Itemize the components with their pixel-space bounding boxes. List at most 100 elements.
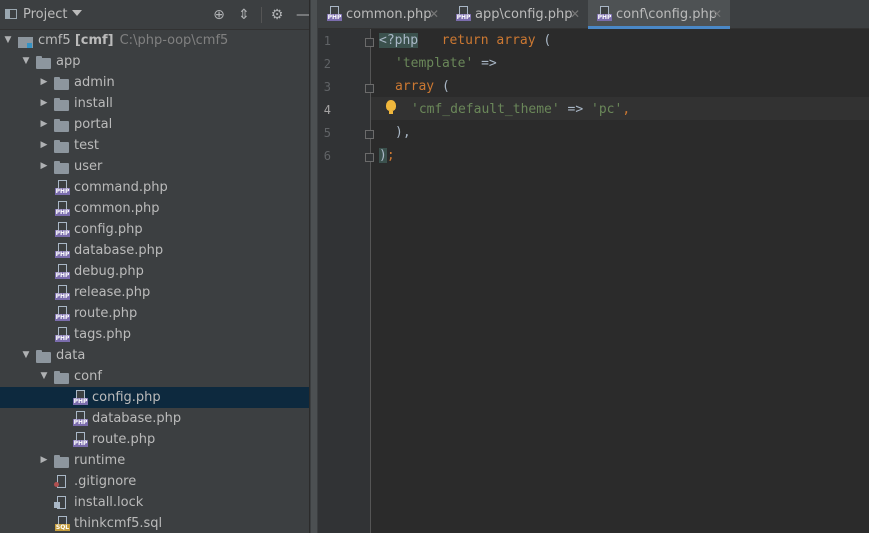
tab-label: common.php bbox=[346, 7, 432, 22]
close-icon[interactable]: ✕ bbox=[429, 7, 439, 21]
folder-icon bbox=[54, 369, 70, 385]
code-line-3: array ( bbox=[395, 79, 450, 94]
tab-app-config-php[interactable]: PHP app\config.php ✕ bbox=[447, 0, 587, 29]
folder-icon bbox=[54, 138, 70, 154]
panel-splitter[interactable] bbox=[309, 0, 318, 533]
tree-item-label: common.php bbox=[74, 201, 160, 216]
php-file-icon: PHP bbox=[72, 390, 88, 406]
code-line-1: <?php return array ( bbox=[379, 33, 552, 48]
tree-item-label: release.php bbox=[74, 285, 151, 300]
tree-item[interactable]: ▼ data bbox=[0, 345, 309, 366]
hide-icon[interactable]: — bbox=[294, 6, 309, 24]
tab-conf-config-php[interactable]: PHP conf\config.php ✕ bbox=[588, 0, 730, 29]
tree-item[interactable]: PHP database.php bbox=[0, 240, 309, 261]
php-file-icon: PHP bbox=[54, 285, 70, 301]
chevron-right-icon[interactable]: ▶ bbox=[38, 450, 50, 471]
project-icon bbox=[5, 9, 17, 19]
editor-tabs: PHP common.php ✕ PHP app\config.php ✕ PH… bbox=[318, 0, 869, 29]
tree-item[interactable]: ▶ test bbox=[0, 135, 309, 156]
php-file-icon: PHP bbox=[54, 180, 70, 196]
tree-item[interactable]: ▼ app bbox=[0, 51, 309, 72]
chevron-right-icon[interactable]: ▶ bbox=[38, 135, 50, 156]
tree-item[interactable]: PHP command.php bbox=[0, 177, 309, 198]
line-number: 1 bbox=[323, 34, 331, 48]
tree-item-label: cmf5 [cmf] C:\php-oop\cmf5 bbox=[38, 33, 229, 48]
project-panel: Project ⊕ ⇕ ⚙ — ▼ cmf5 [cmf] C:\php-oop\cm… bbox=[0, 0, 309, 533]
tree-item[interactable]: ▶ user bbox=[0, 156, 309, 177]
close-icon[interactable]: ✕ bbox=[570, 7, 580, 21]
tree-item[interactable]: SQL thinkcmf5.sql bbox=[0, 513, 309, 533]
toolbar-divider bbox=[261, 7, 262, 23]
chevron-right-icon[interactable]: ▶ bbox=[38, 114, 50, 135]
gitignore-file-icon bbox=[54, 474, 70, 490]
tree-item[interactable]: .gitignore bbox=[0, 471, 309, 492]
tree-item[interactable]: PHP release.php bbox=[0, 282, 309, 303]
tree-item[interactable]: ▶ admin bbox=[0, 72, 309, 93]
fold-marker-icon[interactable] bbox=[365, 153, 374, 162]
tree-item[interactable]: PHP debug.php bbox=[0, 261, 309, 282]
code-line-4: 'cmf_default_theme' => 'pc', bbox=[411, 102, 631, 117]
tree-item[interactable]: ▼ conf bbox=[0, 366, 309, 387]
folder-icon bbox=[54, 159, 70, 175]
gear-icon[interactable]: ⚙ bbox=[268, 6, 286, 24]
tree-item-label: route.php bbox=[74, 306, 138, 321]
php-file-icon: PHP bbox=[455, 6, 471, 22]
chevron-down-icon[interactable]: ▼ bbox=[20, 345, 32, 366]
tab-common-php[interactable]: PHP common.php ✕ bbox=[318, 0, 445, 29]
php-file-icon: PHP bbox=[72, 411, 88, 427]
chevron-right-icon[interactable]: ▶ bbox=[38, 72, 50, 93]
tree-item[interactable]: PHP route.php bbox=[0, 429, 309, 450]
tree-item[interactable]: PHP config.php bbox=[0, 387, 309, 408]
line-number: 3 bbox=[323, 80, 331, 94]
scrollbar-thumb[interactable] bbox=[311, 0, 317, 533]
lightbulb-icon[interactable] bbox=[386, 100, 396, 114]
tree-item-label: test bbox=[74, 138, 99, 153]
folder-icon bbox=[54, 75, 70, 91]
tree-item-label: command.php bbox=[74, 180, 168, 195]
tree-item[interactable]: PHP config.php bbox=[0, 219, 309, 240]
chevron-down-icon[interactable] bbox=[72, 10, 82, 16]
sql-file-icon: SQL bbox=[54, 516, 70, 532]
close-icon[interactable]: ✕ bbox=[712, 7, 722, 21]
tree-item-label: app bbox=[56, 54, 81, 69]
chevron-down-icon[interactable]: ▼ bbox=[38, 366, 50, 387]
fold-marker-icon[interactable] bbox=[365, 130, 374, 139]
tree-item[interactable]: PHP route.php bbox=[0, 303, 309, 324]
tree-item[interactable]: PHP common.php bbox=[0, 198, 309, 219]
folder-icon bbox=[54, 117, 70, 133]
tree-item-label: install.lock bbox=[74, 495, 144, 510]
folder-icon bbox=[36, 348, 52, 364]
project-title[interactable]: Project bbox=[23, 7, 67, 22]
locate-icon[interactable]: ⊕ bbox=[210, 6, 228, 24]
tree-item[interactable]: ▶ portal bbox=[0, 114, 309, 135]
fold-marker-icon[interactable] bbox=[365, 38, 374, 47]
chevron-right-icon[interactable]: ▶ bbox=[38, 93, 50, 114]
php-file-icon: PHP bbox=[54, 243, 70, 259]
folder-icon bbox=[36, 54, 52, 70]
tree-item-label: database.php bbox=[74, 243, 164, 258]
tree-item[interactable]: ▶ install bbox=[0, 93, 309, 114]
chevron-right-icon[interactable]: ▶ bbox=[38, 156, 50, 177]
tree-item[interactable]: PHP tags.php bbox=[0, 324, 309, 345]
php-file-icon: PHP bbox=[54, 264, 70, 280]
tree-item[interactable]: ▼ cmf5 [cmf] C:\php-oop\cmf5 bbox=[0, 30, 309, 51]
fold-marker-icon[interactable] bbox=[365, 84, 374, 93]
tree-item-label: data bbox=[56, 348, 86, 363]
tree-item[interactable]: PHP database.php bbox=[0, 408, 309, 429]
tree-item-label: debug.php bbox=[74, 264, 144, 279]
collapse-icon[interactable]: ⇕ bbox=[235, 6, 253, 24]
tree-item-label: admin bbox=[74, 75, 115, 90]
code-line-5: ), bbox=[395, 125, 411, 140]
php-file-icon: PHP bbox=[54, 201, 70, 217]
tree-item-label: thinkcmf5.sql bbox=[74, 516, 163, 531]
editor-gutter[interactable]: 1 2 3 4 5 6 bbox=[318, 29, 374, 533]
tree-item-label: .gitignore bbox=[74, 474, 137, 489]
code-line-2: 'template' => bbox=[395, 56, 497, 71]
tree-item-label: tags.php bbox=[74, 327, 131, 342]
chevron-down-icon[interactable]: ▼ bbox=[20, 51, 32, 72]
tree-item-label: database.php bbox=[92, 411, 182, 426]
tree-item[interactable]: ▶ runtime bbox=[0, 450, 309, 471]
chevron-down-icon[interactable]: ▼ bbox=[2, 30, 14, 51]
php-file-icon: PHP bbox=[326, 6, 342, 22]
tree-item[interactable]: install.lock bbox=[0, 492, 309, 513]
